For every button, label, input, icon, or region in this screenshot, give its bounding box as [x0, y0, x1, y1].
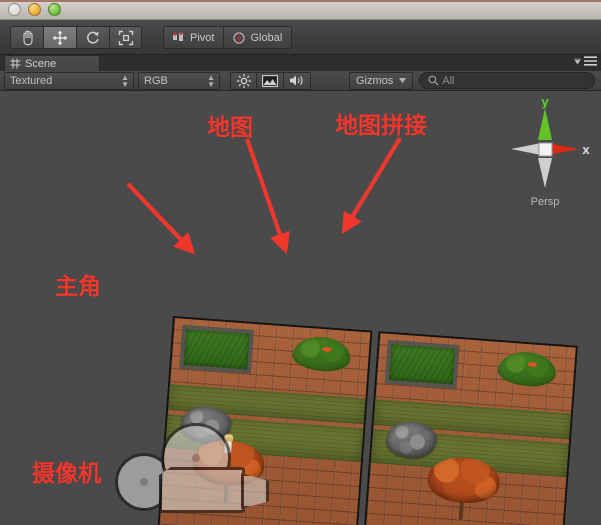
- tab-scene-label: Scene: [25, 57, 57, 70]
- scale-tool-button[interactable]: [109, 26, 142, 49]
- negative-y-axis-cone[interactable]: [538, 158, 552, 188]
- annotation-camera: 摄像机: [32, 461, 101, 487]
- draw-mode-value: Textured: [10, 74, 53, 87]
- annotation-map: 地图: [207, 115, 253, 141]
- scene-grid-icon: [10, 58, 21, 69]
- arrow-to-player: [126, 182, 196, 255]
- sun-icon: [236, 73, 251, 88]
- arrow-to-map: [245, 138, 290, 255]
- scene-view-toolbar: Textured ▲ ▼ RGB ▲ ▼ Gizmos All: [0, 71, 601, 91]
- color-mode-value: RGB: [144, 74, 168, 87]
- global-toggle-button[interactable]: Global: [223, 26, 293, 49]
- window-title-bar: [0, 0, 601, 20]
- pivot-icon: [173, 32, 183, 41]
- map-tile-right[interactable]: [360, 331, 578, 525]
- search-input[interactable]: All: [419, 72, 595, 89]
- y-axis-cone[interactable]: [538, 108, 552, 140]
- y-axis-label: y: [541, 96, 549, 109]
- scene-camera[interactable]: [115, 421, 280, 516]
- camera-reel-hub-2: [192, 454, 200, 462]
- chevron-down-icon-2: [399, 78, 407, 83]
- scene-axis-gizmo[interactable]: y x Persp: [499, 95, 591, 208]
- arrow-to-splice: [341, 136, 402, 235]
- hand-icon: [22, 30, 33, 45]
- axis-gizmo-svg: y x: [511, 95, 590, 188]
- globe-icon: [233, 31, 246, 44]
- editor-toolbar: Pivot Global: [0, 20, 601, 55]
- panel-options-menu[interactable]: [573, 56, 597, 66]
- x-axis-label: x: [582, 143, 590, 157]
- move-tool-button[interactable]: [43, 26, 76, 49]
- flower: [318, 344, 336, 354]
- pivot-toggle-button[interactable]: Pivot: [163, 26, 224, 49]
- stepper-arrows-icon-2: ▲ ▼: [207, 72, 215, 89]
- grass-pane-3: [384, 339, 460, 389]
- scene-viewport[interactable]: 主角 地图 地图拼接 摄像机 y x Persp: [0, 91, 601, 525]
- panel-tab-row: Scene: [0, 55, 601, 71]
- camera-body: [159, 467, 245, 513]
- negative-x-axis-cone[interactable]: [511, 143, 541, 155]
- x-axis-cone[interactable]: [549, 143, 579, 155]
- rotate-icon: [87, 31, 99, 44]
- effects-toggle-button[interactable]: [257, 71, 284, 90]
- color-mode-dropdown[interactable]: RGB ▲ ▼: [138, 71, 220, 90]
- projection-label: Persp: [530, 196, 560, 208]
- unity-editor-window: Pivot Global Scene Textured ▲ ▼ RGB ▲ ▼ …: [0, 0, 601, 525]
- maximize-button[interactable]: [48, 3, 61, 16]
- gizmos-dropdown[interactable]: Gizmos: [349, 71, 414, 90]
- transform-tools: [10, 26, 142, 49]
- pivot-group: Pivot Global: [163, 26, 293, 49]
- camera-reel-hub: [140, 478, 148, 486]
- tree-2: [425, 455, 502, 522]
- hand-tool-button[interactable]: [10, 26, 43, 49]
- global-label: Global: [250, 31, 283, 44]
- search-placeholder: All: [442, 74, 455, 87]
- window-controls: [8, 3, 61, 16]
- chevron-down-icon: [574, 58, 581, 65]
- tree-canopy-2: [426, 455, 502, 505]
- close-button[interactable]: [8, 3, 21, 16]
- hamburger-menu-icon: [584, 56, 597, 66]
- camera-lens: [241, 473, 269, 509]
- lighting-toggle-button[interactable]: [230, 71, 257, 90]
- pivot-label: Pivot: [190, 31, 215, 44]
- flower-2: [524, 359, 541, 370]
- search-icon: [428, 75, 439, 86]
- center-cube[interactable]: [538, 142, 553, 157]
- move-icon: [52, 30, 68, 45]
- image-effects-icon: [262, 74, 278, 87]
- scale-icon: [118, 30, 133, 45]
- grass-pane: [179, 324, 255, 374]
- rotate-tool-button[interactable]: [76, 26, 109, 49]
- audio-icon: [290, 75, 303, 86]
- minimize-button[interactable]: [28, 3, 41, 16]
- draw-mode-dropdown[interactable]: Textured ▲ ▼: [4, 71, 134, 90]
- tab-scene[interactable]: Scene: [4, 55, 100, 71]
- annotation-map-splice: 地图拼接: [335, 113, 427, 139]
- stepper-arrows-icon: ▲ ▼: [121, 72, 129, 89]
- gizmos-label: Gizmos: [356, 74, 394, 87]
- audio-toggle-button[interactable]: [284, 71, 311, 90]
- annotation-protagonist: 主角: [55, 274, 101, 300]
